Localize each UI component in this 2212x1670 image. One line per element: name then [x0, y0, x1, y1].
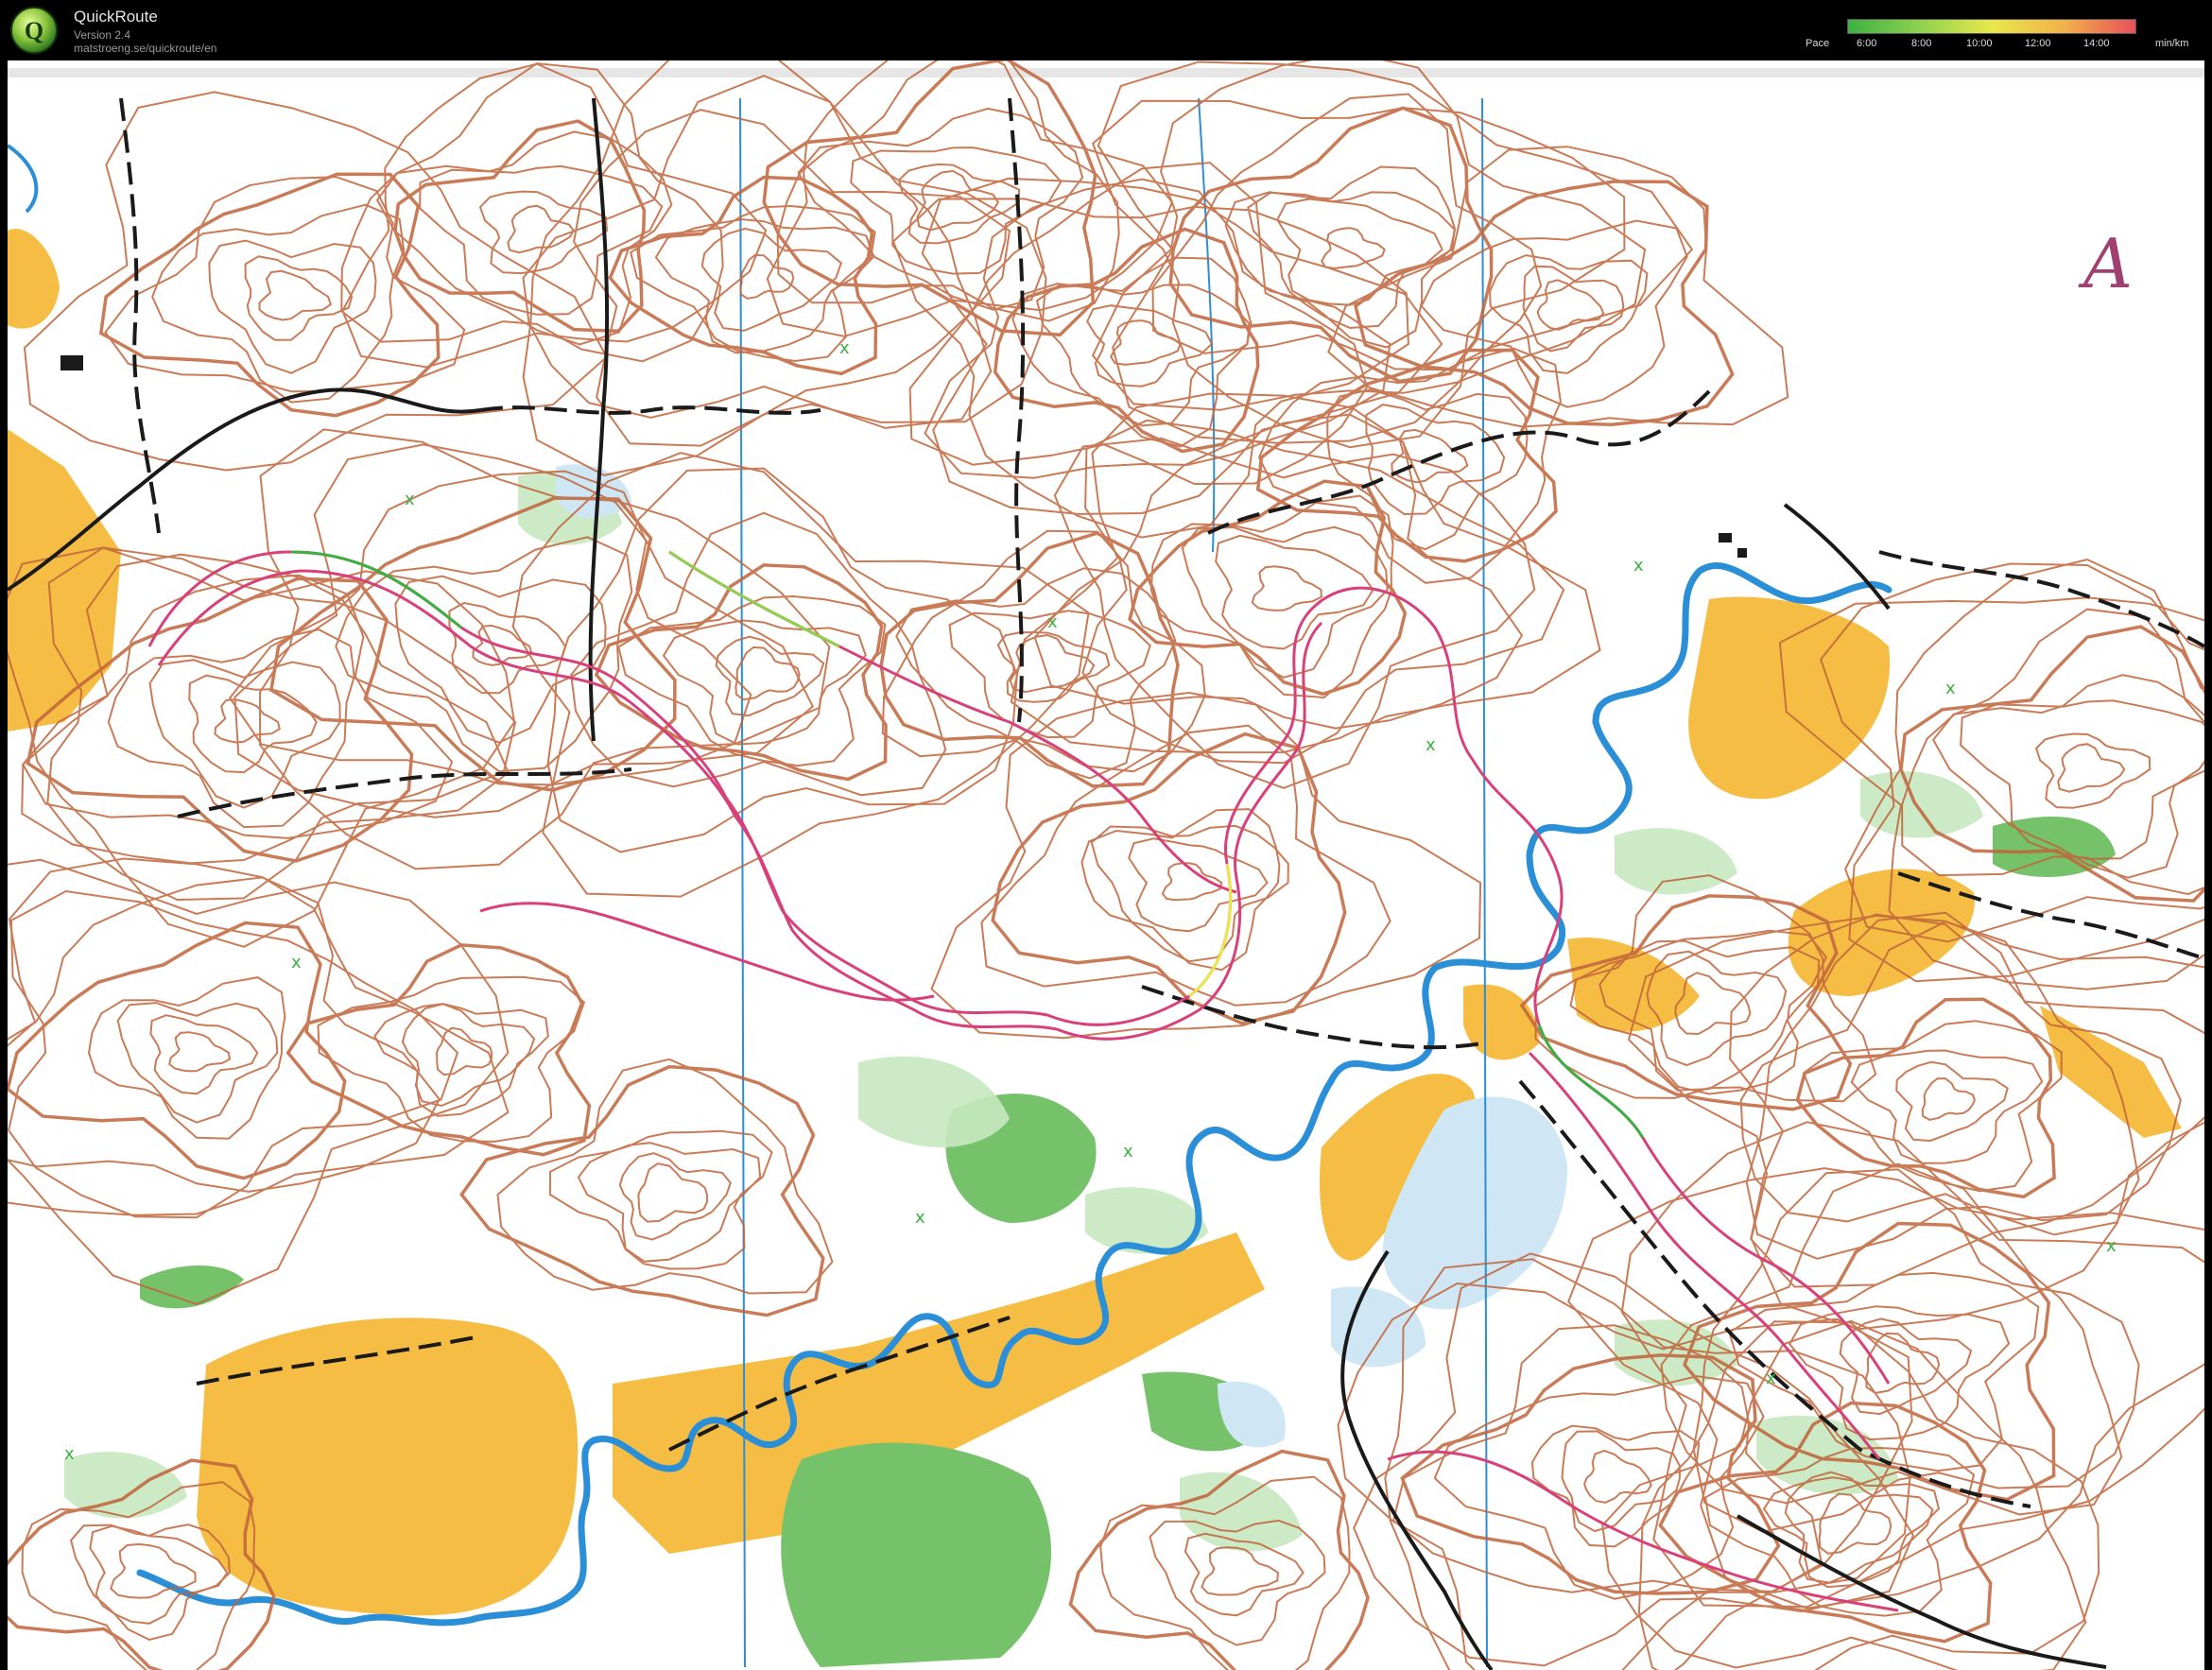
- svg-text:x: x: [1766, 1369, 1776, 1388]
- svg-text:x: x: [405, 490, 415, 509]
- map-canvas[interactable]: x x x x x x x x x x x x A: [8, 60, 2204, 1670]
- pace-tick: 10:00: [1966, 38, 1993, 49]
- pace-legend: Pace 6:00 8:00 10:00 12:00 14:00 min/km: [1796, 13, 2212, 55]
- app-url[interactable]: matstroeng.se/quickroute/en: [74, 42, 216, 55]
- pace-tick: 8:00: [1911, 38, 1932, 49]
- pace-unit: min/km: [2155, 38, 2189, 49]
- svg-text:A: A: [2078, 224, 2133, 303]
- svg-text:x: x: [839, 338, 850, 358]
- app-version: Version 2.4: [74, 28, 131, 42]
- svg-text:x: x: [1123, 1142, 1133, 1162]
- pace-label: Pace: [1806, 38, 1830, 49]
- pace-gradient-bar: [1847, 19, 2136, 34]
- orienteering-map[interactable]: x x x x x x x x x x x x A: [8, 60, 2204, 1670]
- svg-text:x: x: [291, 953, 302, 973]
- pace-tick: 6:00: [1857, 38, 1877, 49]
- scan-edge: [8, 68, 2204, 77]
- app-title: QuickRoute: [74, 8, 158, 26]
- pace-tick: 14:00: [2083, 38, 2110, 49]
- handwritten-annotation: A: [2078, 224, 2133, 303]
- quickroute-logo-icon: Q: [10, 7, 58, 54]
- app-header: Q QuickRoute Version 2.4 matstroeng.se/q…: [0, 0, 2212, 60]
- svg-text:x: x: [2106, 1236, 2117, 1256]
- svg-text:x: x: [1426, 735, 1436, 755]
- svg-text:x: x: [64, 1444, 75, 1464]
- svg-text:x: x: [1633, 556, 1644, 576]
- svg-text:x: x: [915, 1208, 925, 1228]
- svg-text:x: x: [1047, 612, 1058, 632]
- svg-text:x: x: [1945, 679, 1956, 698]
- pace-tick: 12:00: [2025, 38, 2051, 49]
- svg-text:Q: Q: [25, 17, 43, 44]
